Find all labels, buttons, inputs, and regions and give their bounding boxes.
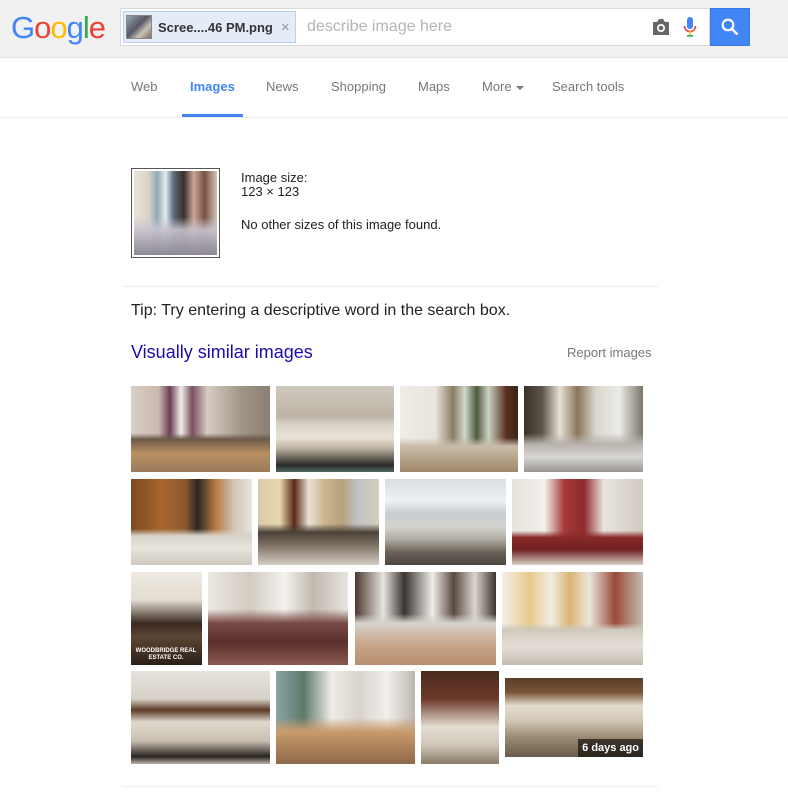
similar-image-thumbnail[interactable] — [258, 479, 379, 565]
logo-letter: g — [66, 10, 84, 45]
chip-thumbnail — [126, 15, 152, 39]
divider — [122, 786, 658, 787]
search-tip: Tip: Try entering a descriptive word in … — [131, 302, 511, 319]
report-images-link[interactable]: Report images — [567, 345, 652, 360]
camera-icon[interactable] — [651, 18, 671, 36]
similar-image-thumbnail[interactable] — [276, 386, 394, 472]
tab-web[interactable]: Web — [131, 79, 158, 94]
query-image[interactable] — [131, 168, 220, 258]
no-other-sizes-text: No other sizes of this image found. — [241, 217, 442, 232]
logo-letter: e — [88, 10, 106, 45]
similar-image-thumbnail[interactable] — [524, 386, 643, 472]
similar-image-thumbnail[interactable] — [421, 671, 499, 764]
tab-maps[interactable]: Maps — [418, 79, 450, 94]
image-chip[interactable]: Scree....46 PM.png × — [123, 11, 296, 43]
image-size-value: 123 × 123 — [241, 184, 300, 199]
mic-icon[interactable] — [683, 16, 697, 38]
top-bar: Google Scree....46 PM.png × — [0, 0, 788, 58]
close-icon[interactable]: × — [281, 19, 290, 36]
google-logo[interactable]: Google — [11, 10, 106, 45]
similar-image-thumbnail[interactable]: 6 days ago — [505, 678, 643, 757]
image-size-label: Image size: — [241, 170, 308, 185]
logo-letter: G — [11, 10, 35, 45]
tab-more-label: More — [482, 79, 512, 94]
similar-image-thumbnail[interactable] — [208, 572, 348, 665]
chip-filename: Scree....46 PM.png — [158, 19, 273, 35]
search-icon — [721, 18, 739, 36]
watermark-text: WOODBRIDGE REAL ESTATE CO. — [135, 648, 197, 661]
visually-similar-link[interactable]: Visually similar images — [131, 342, 313, 363]
tab-search-tools[interactable]: Search tools — [552, 79, 624, 94]
similar-image-thumbnail[interactable] — [400, 386, 518, 472]
similar-image-thumbnail[interactable]: WOODBRIDGE REAL ESTATE CO. — [131, 572, 202, 665]
logo-letter: o — [50, 10, 67, 45]
divider — [122, 286, 658, 287]
similar-image-thumbnail[interactable] — [131, 671, 270, 764]
similar-image-thumbnail[interactable] — [355, 572, 496, 665]
tab-images[interactable]: Images — [190, 79, 235, 94]
similar-image-thumbnail[interactable] — [512, 479, 643, 565]
similar-image-thumbnail[interactable] — [131, 386, 270, 472]
search-tabs: Web Images News Shopping Maps More Searc… — [0, 59, 788, 118]
active-tab-indicator — [182, 114, 243, 117]
query-image-picture — [134, 171, 217, 255]
search-button[interactable] — [710, 8, 750, 46]
search-box[interactable]: Scree....46 PM.png × — [120, 8, 710, 46]
age-badge: 6 days ago — [578, 739, 643, 757]
similar-image-thumbnail[interactable] — [131, 479, 252, 565]
tab-news[interactable]: News — [266, 79, 299, 94]
tab-more[interactable]: More — [482, 79, 524, 94]
similar-image-thumbnail[interactable] — [385, 479, 506, 565]
logo-letter: o — [34, 10, 51, 45]
caret-down-icon — [515, 85, 524, 90]
search-input[interactable] — [307, 9, 637, 45]
tab-shopping[interactable]: Shopping — [331, 79, 386, 94]
similar-image-thumbnail[interactable] — [276, 671, 415, 764]
similar-image-thumbnail[interactable] — [502, 572, 643, 665]
